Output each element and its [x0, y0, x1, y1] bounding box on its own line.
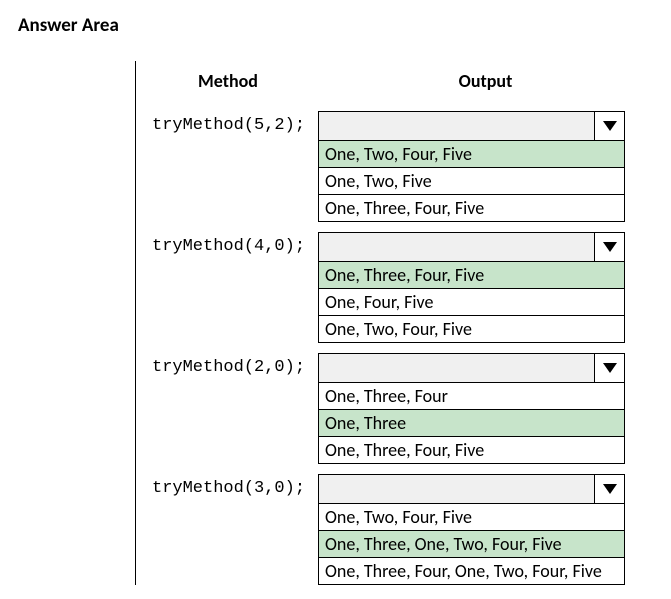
table-row: tryMethod(2,0);One, Three, FourOne, Thre… [138, 353, 653, 464]
dropdown-selected [319, 475, 594, 503]
dropdown-selected [319, 354, 594, 382]
header-output: Output [318, 70, 653, 92]
output-dropdown[interactable] [318, 111, 625, 141]
output-dropdown[interactable] [318, 353, 625, 383]
output-block: One, Three, Four, FiveOne, Four, FiveOne… [318, 232, 653, 343]
left-margin [18, 61, 136, 585]
content-area: Method Output tryMethod(5,2);One, Two, F… [18, 61, 653, 585]
output-block: One, Two, Four, FiveOne, Three, One, Two… [318, 474, 653, 585]
dropdown-selected [319, 233, 594, 261]
method-label: tryMethod(5,2); [138, 111, 318, 135]
dropdown-option[interactable]: One, Three [319, 409, 624, 436]
dropdown-options: One, Three, Four, FiveOne, Four, FiveOne… [318, 262, 625, 343]
header-method: Method [138, 70, 318, 92]
output-dropdown[interactable] [318, 474, 625, 504]
chevron-down-icon [602, 478, 618, 500]
output-block: One, Three, FourOne, ThreeOne, Three, Fo… [318, 353, 653, 464]
dropdown-option[interactable]: One, Three, One, Two, Four, Five [319, 530, 624, 557]
dropdown-toggle-button[interactable] [594, 475, 624, 503]
dropdown-option[interactable]: One, Two, Four, Five [319, 315, 624, 342]
method-label: tryMethod(4,0); [138, 232, 318, 256]
chevron-down-icon [602, 357, 618, 379]
dropdown-options: One, Two, Four, FiveOne, Two, FiveOne, T… [318, 141, 625, 222]
output-dropdown[interactable] [318, 232, 625, 262]
dropdown-option[interactable]: One, Three, Four, Five [319, 436, 624, 463]
page-title: Answer Area [18, 14, 653, 37]
table-row: tryMethod(3,0);One, Two, Four, FiveOne, … [138, 474, 653, 585]
method-label: tryMethod(3,0); [138, 474, 318, 498]
dropdown-option[interactable]: One, Three, Four [319, 383, 624, 409]
dropdown-toggle-button[interactable] [594, 233, 624, 261]
dropdown-option[interactable]: One, Three, Four, Five [319, 262, 624, 288]
dropdown-option[interactable]: One, Two, Five [319, 167, 624, 194]
table-row: tryMethod(4,0);One, Three, Four, FiveOne… [138, 232, 653, 343]
dropdown-selected [319, 112, 594, 140]
dropdown-options: One, Two, Four, FiveOne, Three, One, Two… [318, 504, 625, 585]
dropdown-option[interactable]: One, Three, Four, Five [319, 194, 624, 221]
dropdown-option[interactable]: One, Two, Four, Five [319, 504, 624, 530]
chevron-down-icon [602, 236, 618, 258]
table-row: tryMethod(5,2);One, Two, Four, FiveOne, … [138, 111, 653, 222]
dropdown-options: One, Three, FourOne, ThreeOne, Three, Fo… [318, 383, 625, 464]
output-block: One, Two, Four, FiveOne, Two, FiveOne, T… [318, 111, 653, 222]
dropdown-toggle-button[interactable] [594, 112, 624, 140]
chevron-down-icon [602, 115, 618, 137]
dropdown-toggle-button[interactable] [594, 354, 624, 382]
dropdown-option[interactable]: One, Two, Four, Five [319, 141, 624, 167]
dropdown-option[interactable]: One, Four, Five [319, 288, 624, 315]
header-row: Method Output [138, 61, 653, 101]
dropdown-option[interactable]: One, Three, Four, One, Two, Four, Five [319, 557, 624, 584]
main-table: Method Output tryMethod(5,2);One, Two, F… [136, 61, 653, 585]
method-label: tryMethod(2,0); [138, 353, 318, 377]
